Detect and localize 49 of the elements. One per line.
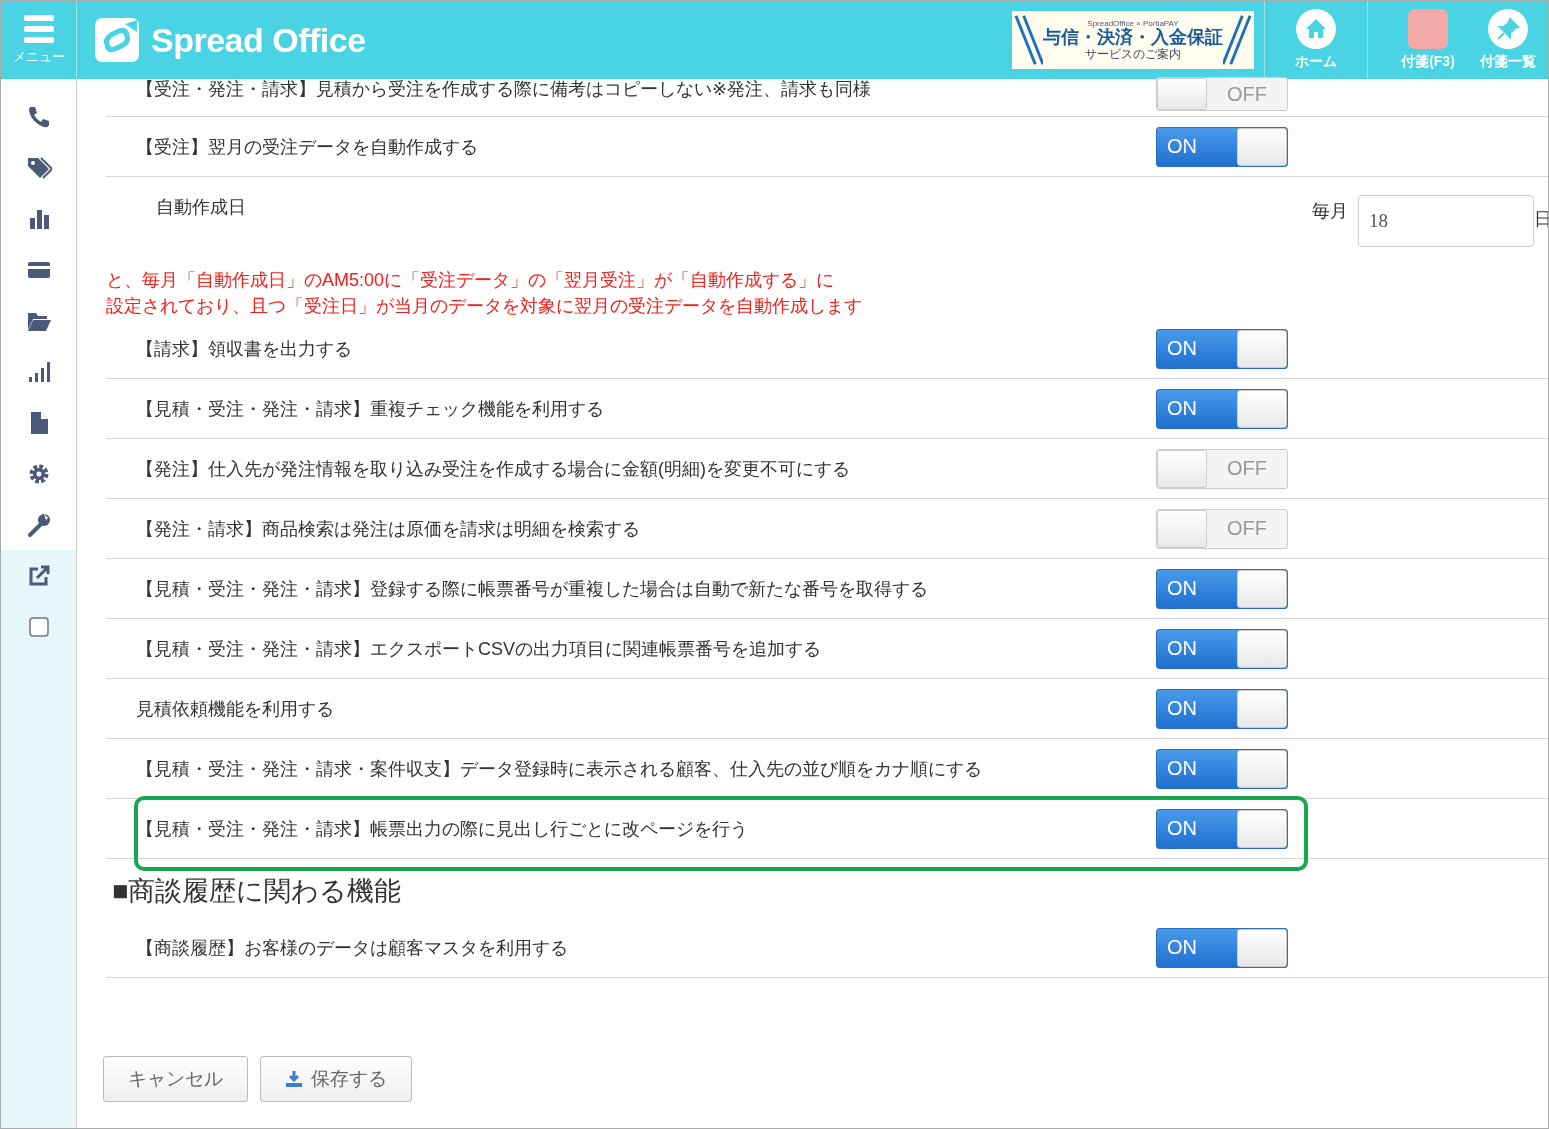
setting-label: 自動作成日 <box>155 196 247 219</box>
setting-label: 【商談履歴】お客様のデータは顧客マスタを利用する <box>136 936 569 960</box>
toggle-switch[interactable]: OFF <box>1156 508 1288 549</box>
setting-label: 見積依頼機能を利用する <box>136 697 335 721</box>
setting-label: 【見積・受注・発注・請求】帳票出力の際に見出し行ごとに改ページを行う <box>136 817 749 841</box>
sidebar-item[interactable] <box>1 550 76 601</box>
field-suffix: 日 <box>1534 208 1548 231</box>
home-icon <box>1296 9 1336 49</box>
note-line: と、毎月「自動作成日」のAM5:00に「受注データ」の「翌月受注」が「自動作成する」に <box>106 269 835 292</box>
note-line: 設定されており、且つ「受注日」が当月のデータを対象に翌月の受注データを自動作成します <box>106 295 862 318</box>
toggle-switch[interactable]: ON <box>1156 328 1288 369</box>
banner-subtitle: サービスのご案内 <box>1085 47 1181 61</box>
logo-text: Spread Office <box>151 20 366 60</box>
service-banner[interactable]: SpreadOffice × PortiaPAY 与信・決済・入金保証 サービスのご案内 <box>1012 11 1254 69</box>
toggle-switch[interactable]: ON <box>1156 388 1288 429</box>
tag-icon <box>25 154 52 181</box>
download-icon <box>285 1070 303 1088</box>
setting-label: 【見積・受注・発注・請求】重複チェック機能を利用する <box>136 397 605 421</box>
setting-label: 【受注・発注・請求】見積から受注を作成する際に備考はコピーしない※発注、請求も同様 <box>136 78 873 101</box>
slash-icon <box>1014 13 1043 67</box>
menu-icon <box>22 14 55 44</box>
slash-icon <box>1223 13 1252 67</box>
setting-label: 【発注・請求】商品検索は発注は原価を請求は明細を検索する <box>136 517 641 541</box>
toggle-switch[interactable]: ON <box>1156 688 1288 729</box>
toggle-switch[interactable]: ON <box>1156 808 1288 849</box>
toggle-switch[interactable]: ON <box>1156 568 1288 609</box>
toggle-switch[interactable]: ON <box>1156 628 1288 669</box>
setting-label: 【見積・受注・発注・請求・案件収支】データ登録時に表示される顧客、仕入先の並び順をカナ順にする <box>136 757 983 781</box>
pin-icon <box>1488 9 1528 49</box>
wrench-icon <box>25 511 52 538</box>
toggle-switch[interactable]: ON <box>1156 927 1288 968</box>
logo-icon <box>95 18 141 62</box>
toggle-switch[interactable]: ON <box>1156 126 1288 167</box>
banner-title: 与信・決済・入金保証 <box>1043 28 1223 48</box>
toggle-switch[interactable]: ON <box>1156 748 1288 789</box>
banner-brands: SpreadOffice × PortiaPAY <box>1087 19 1179 28</box>
setting-label: 【見積・受注・発注・請求】登録する際に帳票番号が重複した場合は自動で新たな番号を取得する <box>136 577 929 601</box>
field-prefix: 毎月 <box>1312 200 1348 223</box>
save-button[interactable]: 保存する <box>260 1056 412 1102</box>
setting-label: 【見積・受注・発注・請求】エクスポートCSVの出力項目に関連帳票番号を追加する <box>136 637 822 661</box>
setting-label: 【請求】領収書を出力する <box>136 337 353 361</box>
sticky-note-icon <box>1408 9 1448 49</box>
setting-label: 【受注】翌月の受注データを自動作成する <box>136 135 479 159</box>
section-heading: ■商談履歴に関わる機能 <box>112 875 403 908</box>
toggle-switch[interactable]: OFF <box>1156 77 1288 111</box>
toggle-switch[interactable]: OFF <box>1156 448 1288 489</box>
day-input-field[interactable]: 18 <box>1358 195 1534 247</box>
setting-label: 【発注】仕入先が発注情報を取り込み受注を作成する場合に金額(明細)を変更不可にする <box>136 457 851 481</box>
cancel-button[interactable]: キャンセル <box>103 1056 248 1102</box>
